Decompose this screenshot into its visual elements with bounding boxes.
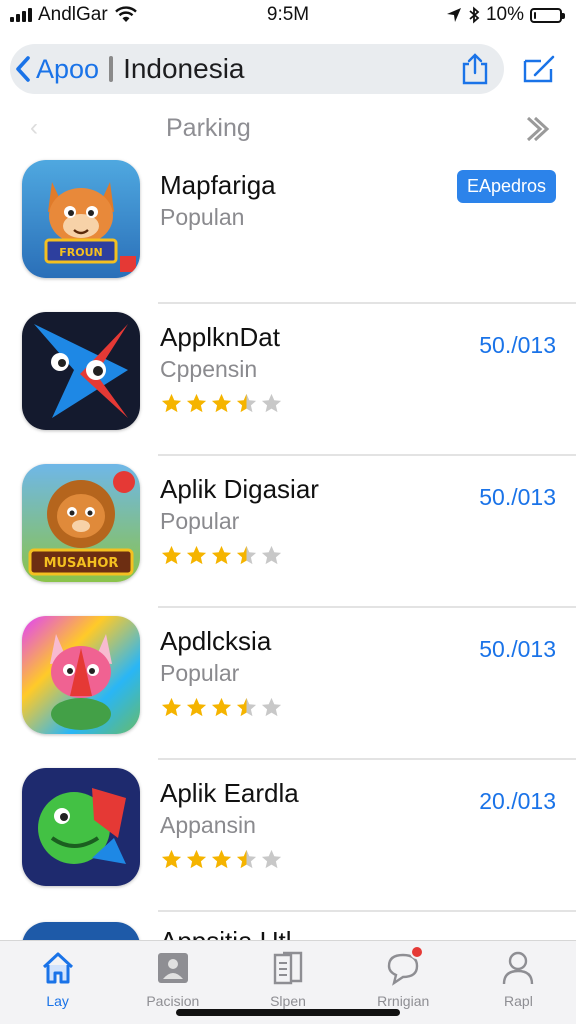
person-icon <box>499 949 537 987</box>
app-icon-cat[interactable] <box>22 616 140 734</box>
star-empty-icon <box>261 697 282 717</box>
chevron-right-icon[interactable] <box>522 114 552 144</box>
carrier-label: AndlGar <box>38 4 108 25</box>
home-icon <box>39 949 77 987</box>
app-icon-lion[interactable]: MUSAHOR <box>22 464 140 582</box>
home-indicator <box>176 1009 400 1016</box>
star-full-icon <box>161 393 182 413</box>
lion-character-icon: MUSAHOR <box>22 464 140 582</box>
star-empty-icon <box>261 393 282 413</box>
compose-icon <box>523 55 555 83</box>
star-half-icon <box>236 849 257 869</box>
tab-label: Slpen <box>270 993 306 1009</box>
star-full-icon <box>161 697 182 717</box>
app-row[interactable]: ApplknDat Cppensin 50./013 <box>0 304 576 456</box>
nav-title: Indonesia <box>123 53 245 84</box>
app-name: Appsitia Utl <box>160 926 292 940</box>
app-get-button[interactable]: EApedros <box>456 170 556 203</box>
star-full-icon <box>186 697 207 717</box>
tab-home[interactable]: Lay <box>0 941 115 1024</box>
nav-bar: Apoo Indonesia <box>10 44 504 94</box>
battery-icon <box>530 7 565 23</box>
arrow-character-icon <box>22 312 140 430</box>
share-button[interactable] <box>458 50 492 88</box>
icon-banner-text: MUSAHOR <box>44 556 119 571</box>
app-name: Aplik Eardla <box>160 778 299 808</box>
tab-label: Rrnigian <box>377 993 430 1009</box>
app-category: Cppensin <box>160 356 258 382</box>
app-icon-partial[interactable] <box>22 922 140 940</box>
signal-icon <box>10 8 32 22</box>
section-title: Parking <box>166 113 251 142</box>
star-full-icon <box>186 393 207 413</box>
app-icon-fox[interactable]: FROUN <box>22 160 140 278</box>
app-price-button[interactable]: 50./013 <box>479 484 556 511</box>
cat-character-icon <box>22 616 140 734</box>
star-half-icon <box>236 545 257 565</box>
app-icon-arrow[interactable] <box>22 312 140 430</box>
star-rating <box>160 696 283 719</box>
app-row[interactable]: Aplik Eardla Appansin 20./013 <box>0 760 576 912</box>
battery-level <box>534 11 537 19</box>
back-label: Apoo <box>36 53 100 84</box>
app-category: Popular <box>160 508 240 534</box>
nav-divider <box>109 56 114 82</box>
star-empty-icon <box>261 545 282 565</box>
star-full-icon <box>161 545 182 565</box>
bluetooth-icon <box>469 6 480 24</box>
back-button[interactable]: Apoo <box>14 54 99 85</box>
star-rating <box>160 848 283 871</box>
location-arrow-icon <box>446 8 461 22</box>
app-category: Popular <box>160 660 240 686</box>
star-half-icon <box>236 393 257 413</box>
compose-button[interactable] <box>518 50 560 88</box>
app-row-partial[interactable]: Appsitia Utl <box>0 912 576 940</box>
bird-character-icon <box>22 768 140 886</box>
status-bar: AndlGar 9:5M 10% <box>0 0 576 30</box>
star-rating <box>160 544 283 567</box>
app-name: Mapfariga <box>160 170 276 200</box>
star-full-icon <box>211 393 232 413</box>
app-category: Appansin <box>160 812 256 838</box>
chat-bubble-icon <box>384 945 425 987</box>
book-icon <box>269 949 307 987</box>
app-name: ApplknDat <box>160 322 280 352</box>
app-price-button[interactable]: 50./013 <box>479 332 556 359</box>
app-list: FROUN Mapfariga Populan EApedros ApplknD… <box>0 152 576 912</box>
app-row[interactable]: MUSAHOR Aplik Digasiar Popular 50./013 <box>0 456 576 608</box>
app-price-button[interactable]: 20./013 <box>479 788 556 815</box>
app-name: Apdlcksia <box>160 626 272 656</box>
star-full-icon <box>186 849 207 869</box>
star-full-icon <box>186 545 207 565</box>
star-full-icon <box>211 849 232 869</box>
app-price-button[interactable]: 50./013 <box>479 636 556 663</box>
status-left: AndlGar <box>10 4 138 26</box>
profile-card-icon <box>154 949 192 987</box>
chevron-left-icon: ‹ <box>30 114 38 141</box>
section-header: ‹ Parking <box>0 108 576 148</box>
star-full-icon <box>211 697 232 717</box>
fox-character-icon: FROUN <box>22 160 140 278</box>
chevron-left-icon <box>16 56 30 82</box>
star-full-icon <box>211 545 232 565</box>
tab-label: Lay <box>46 993 69 1009</box>
tab-label: Rapl <box>504 993 533 1009</box>
star-empty-icon <box>261 849 282 869</box>
app-category: Populan <box>160 204 245 230</box>
wifi-icon <box>114 6 137 22</box>
app-row[interactable]: FROUN Mapfariga Populan EApedros <box>0 152 576 304</box>
icon-banner-text: FROUN <box>59 246 102 259</box>
star-rating <box>160 392 283 415</box>
share-icon <box>462 53 488 85</box>
battery-percent: 10% <box>485 4 524 25</box>
app-row[interactable]: Apdlcksia Popular 50./013 <box>0 608 576 760</box>
app-name: Aplik Digasiar <box>160 474 319 504</box>
tab-label: Pacision <box>146 993 200 1009</box>
star-half-icon <box>236 697 257 717</box>
tab-person[interactable]: Rapl <box>461 941 576 1024</box>
status-right: 10% <box>446 4 565 26</box>
star-full-icon <box>161 849 182 869</box>
app-icon-bird[interactable] <box>22 768 140 886</box>
